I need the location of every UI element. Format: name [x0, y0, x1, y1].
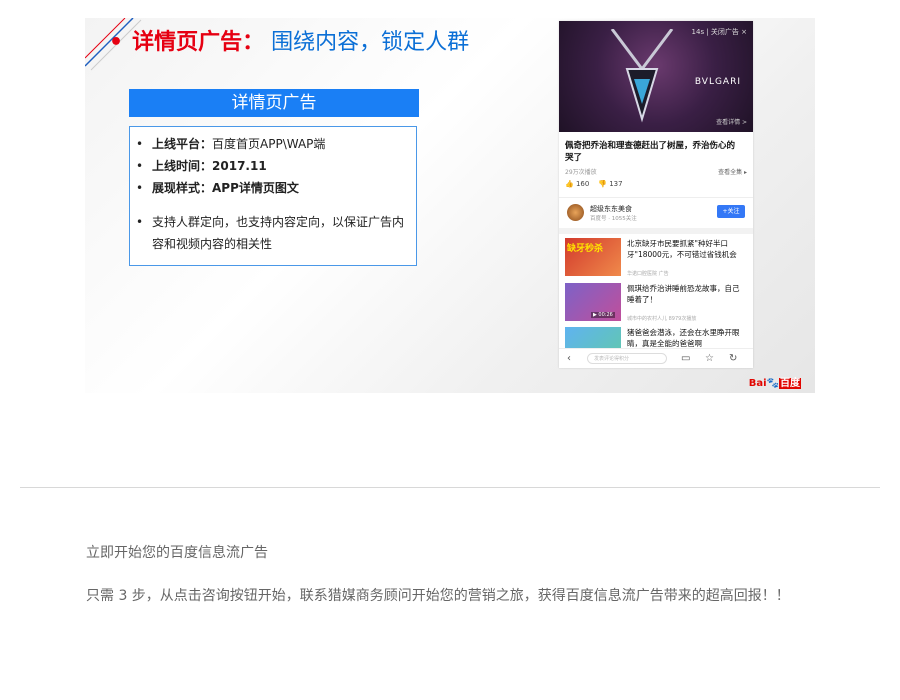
slide-image: • 详情页广告： 围绕内容，锁定人群 详情页广告 上线平台：百度首页APP\WA… — [85, 18, 815, 393]
list-item[interactable]: 缺牙秒杀 北京缺牙市民要抓紧"种好半口牙"18000元，不可错过省钱机会 华诺口… — [565, 238, 747, 282]
dislike-count: 137 — [609, 180, 623, 188]
author-name[interactable]: 超级东东美食 — [590, 204, 632, 214]
slide-title: • 详情页广告： 围绕内容，锁定人群 — [109, 24, 469, 56]
title-red: 详情页广告： — [132, 30, 265, 55]
feed-title: 北京缺牙市民要抓紧"种好半口牙"18000元，不可错过省钱机会 — [627, 239, 737, 259]
info-item-date: 上线时间：2017.11 — [130, 155, 416, 177]
divider — [559, 197, 753, 198]
baidu-logo: Bai🐾百度 — [749, 374, 801, 389]
author-sub: 百度号 · 1055关注 — [590, 216, 637, 222]
article-title[interactable]: 佩奇把乔治和理查德赶出了树屋，乔治伤心的哭了 — [565, 140, 735, 164]
section-divider — [20, 487, 880, 488]
article-meta: 29万次播放 查看全集 ▸ — [565, 167, 747, 176]
view-all-link[interactable]: 查看全集 ▸ — [718, 167, 747, 176]
like-count: 160 — [575, 180, 590, 188]
section-gap — [559, 228, 753, 234]
feed-meta: 华诺口腔医院 广告 — [627, 271, 669, 277]
thumb-label: 缺牙秒杀 — [567, 244, 604, 254]
info-item-note: 支持人群定向，也支持内容定向，以保证广告内容和视频内容的相关性 — [130, 211, 416, 255]
video-duration: ▶ 00:26 — [591, 312, 615, 318]
info-item-platform: 上线平台：百度首页APP\WAP端 — [130, 133, 416, 155]
title-blue: 围绕内容，锁定人群 — [271, 30, 470, 55]
paw-icon: 🐾 — [766, 378, 779, 389]
share-icon[interactable]: ↻ — [729, 352, 737, 366]
avatar[interactable] — [567, 204, 584, 221]
ad-close-timer[interactable]: 14s | 关闭广告 × — [692, 27, 747, 37]
logo-bai: Bai — [748, 378, 767, 389]
pendant-icon — [610, 29, 674, 123]
thumbs-up-icon[interactable]: 👍 — [565, 180, 574, 188]
feed-title: 佩琪给乔治讲睡前恐龙故事，自己睡着了！ — [627, 284, 740, 304]
view-count: 29万次播放 — [565, 169, 597, 176]
phone-screenshot: 14s | 关闭广告 × BVLGARI 查看详情 > 佩奇把乔治和理查德赶出了… — [559, 21, 753, 368]
info-list: 上线平台：百度首页APP\WAP端 上线时间：2017.11 展现样式：APP详… — [130, 127, 416, 255]
info-header: 详情页广告 — [129, 89, 419, 117]
info-box: 上线平台：百度首页APP\WAP端 上线时间：2017.11 展现样式：APP详… — [129, 126, 417, 266]
thumbs-down-icon[interactable]: 👎 — [598, 180, 607, 188]
star-icon[interactable]: ☆ — [705, 352, 714, 366]
list-item[interactable]: ▶ 00:26 佩琪给乔治讲睡前恐龙故事，自己睡着了！ 城市中的农村人儿 897… — [565, 283, 747, 327]
feed-thumbnail: 缺牙秒杀 — [565, 238, 621, 276]
ad-image: 14s | 关闭广告 × BVLGARI 查看详情 > — [559, 21, 753, 132]
feed-meta: 城市中的农村人儿 8979次播放 — [627, 316, 697, 322]
feed-thumbnail: ▶ 00:26 — [565, 283, 621, 321]
cta-body: 只需 3 步，从点击咨询按钮开始，联系猎媒商务顾问开始您的营销之旅，获得百度信息… — [86, 588, 790, 604]
ad-brand: BVLGARI — [694, 77, 741, 87]
logo-du: 百度 — [779, 378, 801, 389]
info-item-style: 展现样式：APP详情页图文 — [130, 177, 416, 199]
feed-title: 猪爸爸会潜泳，还会在水里睁开眼睛，真是全能的爸爸啊 — [627, 328, 740, 348]
bottom-toolbar: ‹ 发表评论得积分 ▭ ☆ ↻ — [559, 348, 753, 368]
title-bullet: • — [109, 30, 124, 55]
back-icon[interactable]: ‹ — [567, 352, 571, 366]
comment-input[interactable]: 发表评论得积分 — [587, 353, 667, 364]
vote-row: 👍 160 👎 137 — [565, 180, 623, 188]
cta-heading: 立即开始您的百度信息流广告 — [86, 545, 268, 561]
comment-icon[interactable]: ▭ — [681, 352, 690, 366]
follow-button[interactable]: +关注 — [717, 205, 745, 218]
ad-details-link[interactable]: 查看详情 > — [716, 117, 747, 126]
